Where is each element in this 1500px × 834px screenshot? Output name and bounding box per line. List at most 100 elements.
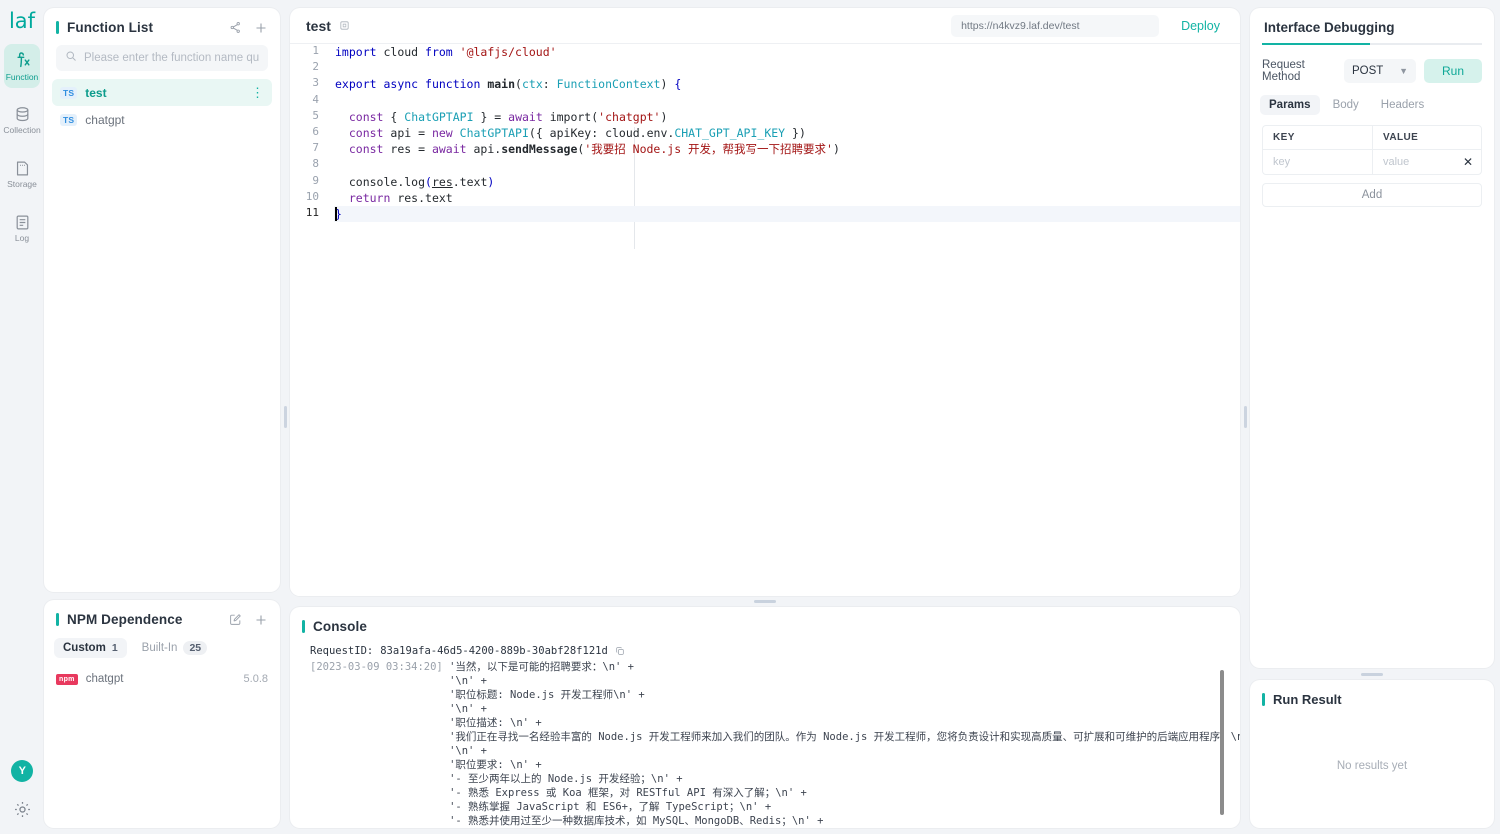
editor-console-resizer[interactable]	[290, 596, 1240, 607]
avatar[interactable]: Y	[11, 760, 33, 782]
page-title: Interface Debugging	[1264, 20, 1395, 35]
function-item-test[interactable]: TS test ⋮	[52, 79, 272, 106]
request-method-select[interactable]: POST ▼	[1344, 59, 1416, 83]
function-search-box[interactable]	[56, 45, 268, 71]
code-line-content[interactable]: return res.text	[334, 190, 1240, 206]
code-line-content[interactable]: console.log(res.text)	[334, 174, 1240, 190]
gear-icon[interactable]	[13, 800, 32, 824]
code-line-content[interactable]	[334, 157, 1240, 173]
tab-headers[interactable]: Headers	[1372, 95, 1433, 115]
code-line-content[interactable]	[334, 93, 1240, 109]
params-table-header: KEY VALUE	[1263, 126, 1481, 150]
accent-tick	[56, 21, 59, 34]
editor-header: test https://n4kvz9.laf.dev/test Deploy	[290, 8, 1240, 44]
tab-body[interactable]: Body	[1324, 95, 1368, 115]
npm-logo-icon: npm	[56, 673, 78, 685]
request-id-label: RequestID:	[310, 645, 374, 658]
console-log-line: '\n' +	[310, 745, 488, 758]
code-line-content[interactable]: export async function main(ctx: Function…	[334, 76, 1240, 92]
console-output[interactable]: RequestID: 83a19afa-46d5-4200-889b-30abf…	[290, 644, 1240, 828]
sidebar-item-function[interactable]: Function	[4, 44, 40, 88]
line-number: 8	[312, 157, 319, 171]
left-vertical-resizer[interactable]	[280, 0, 290, 834]
deploy-button[interactable]: Deploy	[1181, 19, 1220, 33]
request-id-line: RequestID: 83a19afa-46d5-4200-889b-30abf…	[310, 644, 1220, 658]
sidebar-item-collection[interactable]: Collection	[3, 98, 41, 142]
code-line: 8	[290, 157, 1240, 173]
list-item[interactable]: npm chatgpt 5.0.8	[56, 667, 268, 691]
param-value-input[interactable]	[1373, 150, 1461, 174]
line-number: 2	[312, 60, 319, 74]
line-number: 10	[305, 189, 319, 203]
line-number: 5	[312, 108, 319, 122]
function-icon	[13, 51, 32, 70]
console-log-line: [2023-03-09 03:34:20] '当然，以下是可能的招聘要求：\n'…	[310, 661, 635, 674]
code-line: 10 return res.text	[290, 190, 1240, 206]
console-log-line: '\n' +	[310, 675, 488, 688]
request-method-value: POST	[1352, 65, 1384, 77]
editor-tab-test[interactable]: test	[306, 18, 331, 34]
search-input[interactable]	[84, 52, 259, 64]
edit-icon[interactable]	[229, 613, 242, 626]
console-log-line: '- 熟悉并使用过至少一种数据库技术，如 MySQL、MongoDB、Redis…	[310, 815, 824, 828]
code-line-content[interactable]	[334, 60, 1240, 76]
param-key-input[interactable]	[1263, 150, 1372, 174]
code-line: 11}	[290, 206, 1240, 223]
laf-logo[interactable]: laf	[9, 8, 35, 34]
code-editor-panel: test https://n4kvz9.laf.dev/test Deploy …	[290, 8, 1240, 596]
chevron-down-icon: ▼	[1399, 66, 1408, 76]
request-id-value: 83a19afa-46d5-4200-889b-30abf28f121d	[380, 645, 608, 658]
code-line-content[interactable]: const api = new ChatGPTAPI({ apiKey: clo…	[334, 125, 1240, 141]
tab-params[interactable]: Params	[1260, 95, 1320, 115]
param-key-cell	[1263, 150, 1372, 174]
npm-header: NPM Dependence	[44, 600, 280, 637]
npm-tab-builtin[interactable]: Built-In 25	[133, 637, 216, 659]
console-title: Console	[313, 619, 367, 635]
share-icon[interactable]	[229, 21, 242, 34]
line-number: 11	[305, 206, 319, 220]
console-log-line: '- 熟练掌握 JavaScript 和 ES6+，了解 TypeScript；…	[310, 801, 772, 814]
code-area[interactable]: 1 import cloud from '@lafjs/cloud' 2 3 expo…	[290, 44, 1240, 596]
close-icon[interactable]: ✕	[1461, 156, 1481, 168]
copy-icon[interactable]	[615, 646, 625, 656]
console-log-line: '- 熟悉 Express 或 Koa 框架，对 RESTful API 有深入…	[310, 787, 807, 800]
function-url[interactable]: https://n4kvz9.laf.dev/test	[951, 14, 1160, 37]
search-icon	[65, 49, 77, 67]
run-result-title: Run Result	[1273, 692, 1342, 707]
right-vertical-resizer[interactable]	[1240, 0, 1250, 834]
function-list-header: Function List	[44, 8, 280, 45]
code-line-content[interactable]: }	[334, 206, 1240, 223]
run-result-empty-text: No results yet	[1336, 759, 1408, 772]
line-number: 7	[312, 141, 319, 155]
console-scrollbar[interactable]	[1220, 670, 1224, 816]
line-number: 1	[312, 44, 319, 57]
console-log-line: '- 至少两年以上的 Node.js 开发经验；\n' +	[310, 773, 683, 786]
column-header-value: VALUE	[1372, 126, 1481, 149]
accent-tick	[56, 613, 59, 626]
npm-tab-custom[interactable]: Custom 1	[54, 638, 127, 658]
function-item-chatgpt[interactable]: TS chatgpt ⋮	[52, 106, 272, 133]
copy-icon[interactable]	[339, 20, 350, 31]
npm-package-name: chatgpt	[85, 673, 124, 685]
add-param-button[interactable]: Add	[1262, 183, 1482, 207]
add-function-icon[interactable]	[254, 21, 268, 35]
accent-tick	[1262, 693, 1265, 706]
function-item-more-icon[interactable]: ⋮	[251, 86, 264, 99]
run-result-panel: Run Result No results yet	[1250, 680, 1494, 828]
code-line: 7 const res = await api.sendMessage('我要招…	[290, 141, 1240, 157]
function-item-label: chatgpt	[85, 112, 125, 127]
run-button[interactable]: Run	[1424, 59, 1482, 83]
function-list-actions	[229, 21, 268, 35]
add-dependency-icon[interactable]	[254, 613, 268, 627]
request-method-label: Request Method	[1262, 59, 1305, 83]
sidebar-item-storage[interactable]: Storage	[4, 152, 40, 196]
sidebar-item-storage-label: Storage	[7, 178, 37, 189]
accent-tick	[302, 620, 305, 634]
code-line-content[interactable]: import cloud from '@lafjs/cloud'	[334, 44, 1240, 60]
debug-result-resizer[interactable]	[1250, 668, 1494, 680]
sidebar-item-log[interactable]: Log	[4, 206, 40, 250]
code-line-content[interactable]: const { ChatGPTAPI } = await import('cha…	[334, 109, 1240, 125]
function-item-label: test	[85, 85, 107, 100]
code-line-content[interactable]: const res = await api.sendMessage('我要招 N…	[334, 141, 1240, 157]
npm-tab-builtin-label: Built-In	[141, 642, 178, 654]
